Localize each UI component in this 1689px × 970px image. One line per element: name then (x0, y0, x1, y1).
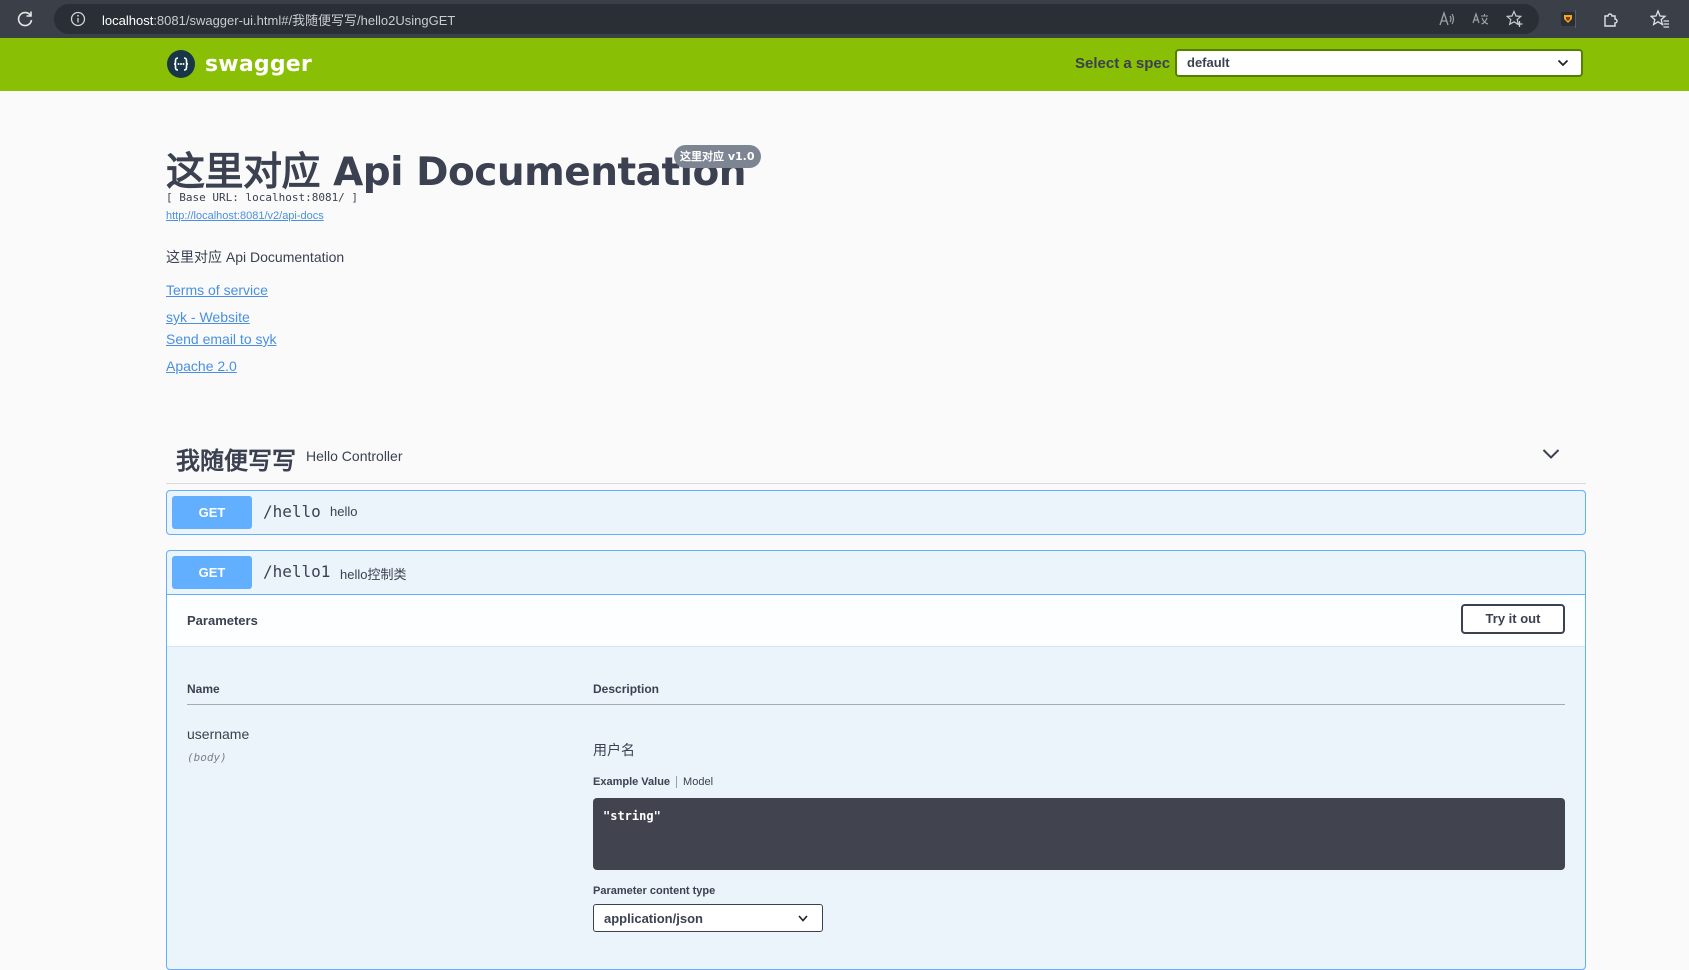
extensions-puzzle-icon[interactable] (1601, 9, 1621, 29)
email-link[interactable]: Send email to syk (166, 331, 277, 347)
http-method-badge: GET (172, 496, 252, 529)
tab-example-value[interactable]: Example Value (593, 776, 678, 788)
spec-select[interactable]: default (1175, 49, 1583, 77)
tab-model[interactable]: Model (677, 776, 713, 788)
operation-get-hello: GET /hello hello (166, 490, 1586, 535)
content-type-value: application/json (604, 911, 703, 926)
base-url: [ Base URL: localhost:8081/ ] (166, 191, 359, 204)
operation-get-hello1: GET /hello1 hello控制类 Parameters Try it o… (166, 550, 1586, 970)
spec-select-value: default (1187, 55, 1230, 70)
reload-icon[interactable] (15, 9, 35, 29)
example-value-text: "string" (603, 809, 661, 823)
parameters-table: Name Description username (body) 用户名 Exa… (167, 647, 1585, 957)
operation-summary[interactable]: GET /hello hello (167, 491, 1585, 534)
api-description: 这里对应 Api Documentation (166, 249, 345, 265)
http-method-badge: GET (172, 556, 252, 589)
terms-of-service-link[interactable]: Terms of service (166, 282, 268, 298)
try-it-out-button[interactable]: Try it out (1461, 604, 1565, 634)
operation-summary-text: hello控制类 (340, 567, 407, 582)
api-docs-link[interactable]: http://localhost:8081/v2/api-docs (166, 210, 324, 222)
read-aloud-icon[interactable] (1438, 10, 1456, 28)
version-badge: 这里对应 v1.0 (674, 145, 761, 168)
website-link[interactable]: syk - Website (166, 309, 250, 325)
chevron-down-icon[interactable] (1542, 448, 1560, 460)
tag-description: Hello Controller (306, 448, 403, 464)
column-header-description: Description (593, 682, 660, 696)
tag-name: 我随便写写 (176, 447, 296, 475)
content-type-select[interactable]: application/json (593, 904, 823, 932)
page-title: 这里对应 Api Documentation (166, 150, 747, 195)
operation-path: /hello (263, 502, 321, 521)
parameter-name: username (187, 726, 250, 742)
content-type-label: Parameter content type (593, 885, 716, 897)
swagger-logo-icon (167, 50, 195, 78)
toolbar-separator (1575, 10, 1576, 28)
operation-summary[interactable]: GET /hello1 hello控制类 (167, 551, 1585, 594)
spec-label: Select a spec (1075, 55, 1171, 72)
browser-toolbar: localhost:8081/swagger-ui.html#/我随便写写/he… (0, 0, 1689, 38)
tag-section-header[interactable]: 我随便写写 Hello Controller (166, 435, 1586, 484)
example-model-tabs: Example Value Model (593, 776, 713, 788)
operation-summary-text: hello (330, 504, 358, 519)
favorites-icon[interactable] (1650, 9, 1670, 29)
column-header-name: Name (187, 682, 220, 696)
chevron-down-icon (1557, 59, 1569, 67)
parameters-header: Parameters Try it out (167, 594, 1585, 647)
parameter-description: 用户名 (593, 743, 635, 759)
address-bar[interactable]: localhost:8081/swagger-ui.html#/我随便写写/he… (54, 4, 1539, 34)
info-icon[interactable] (70, 11, 86, 27)
url-text[interactable]: localhost:8081/swagger-ui.html#/我随便写写/he… (102, 10, 455, 29)
example-value-box[interactable]: "string" (593, 798, 1565, 870)
table-divider (187, 704, 1565, 705)
url-path: :8081/swagger-ui.html#/我随便写写/hello2Using… (153, 13, 456, 28)
favorite-add-icon[interactable] (1506, 10, 1524, 28)
parameter-location: (body) (187, 751, 227, 764)
swagger-logo[interactable]: swagger (167, 50, 312, 78)
parameters-title: Parameters (187, 613, 258, 628)
chevron-down-icon (798, 915, 808, 922)
url-host: localhost (102, 13, 154, 28)
operation-path: /hello1 (263, 562, 331, 581)
swagger-topbar: swagger Select a spec default (0, 38, 1689, 91)
license-link[interactable]: Apache 2.0 (166, 358, 237, 374)
swagger-logo-text: swagger (205, 51, 312, 77)
translate-icon[interactable] (1472, 10, 1490, 28)
